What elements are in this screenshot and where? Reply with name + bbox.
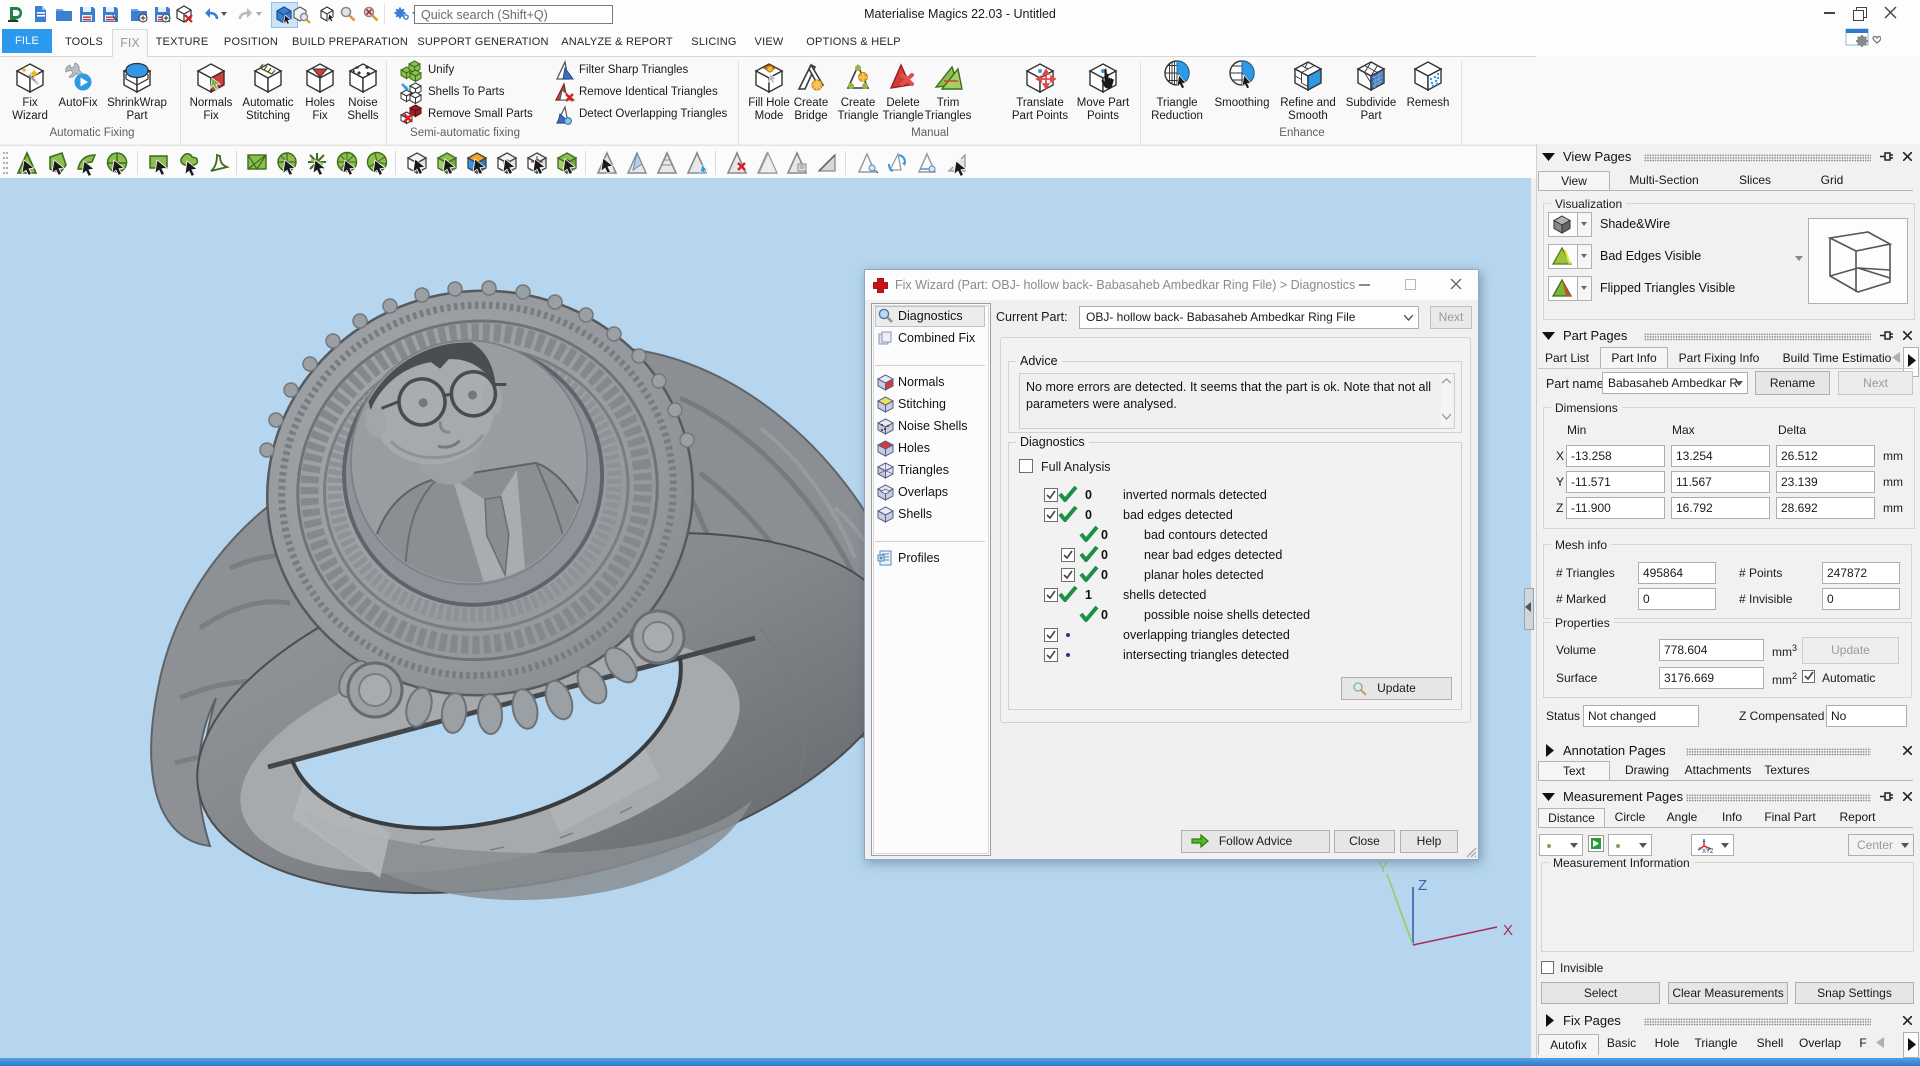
svg-text:Y: Y xyxy=(1378,859,1388,876)
svg-text:X: X xyxy=(1503,922,1513,939)
svg-text:Z: Z xyxy=(1418,877,1427,894)
svg-text:XYZ: XYZ xyxy=(1702,849,1713,855)
